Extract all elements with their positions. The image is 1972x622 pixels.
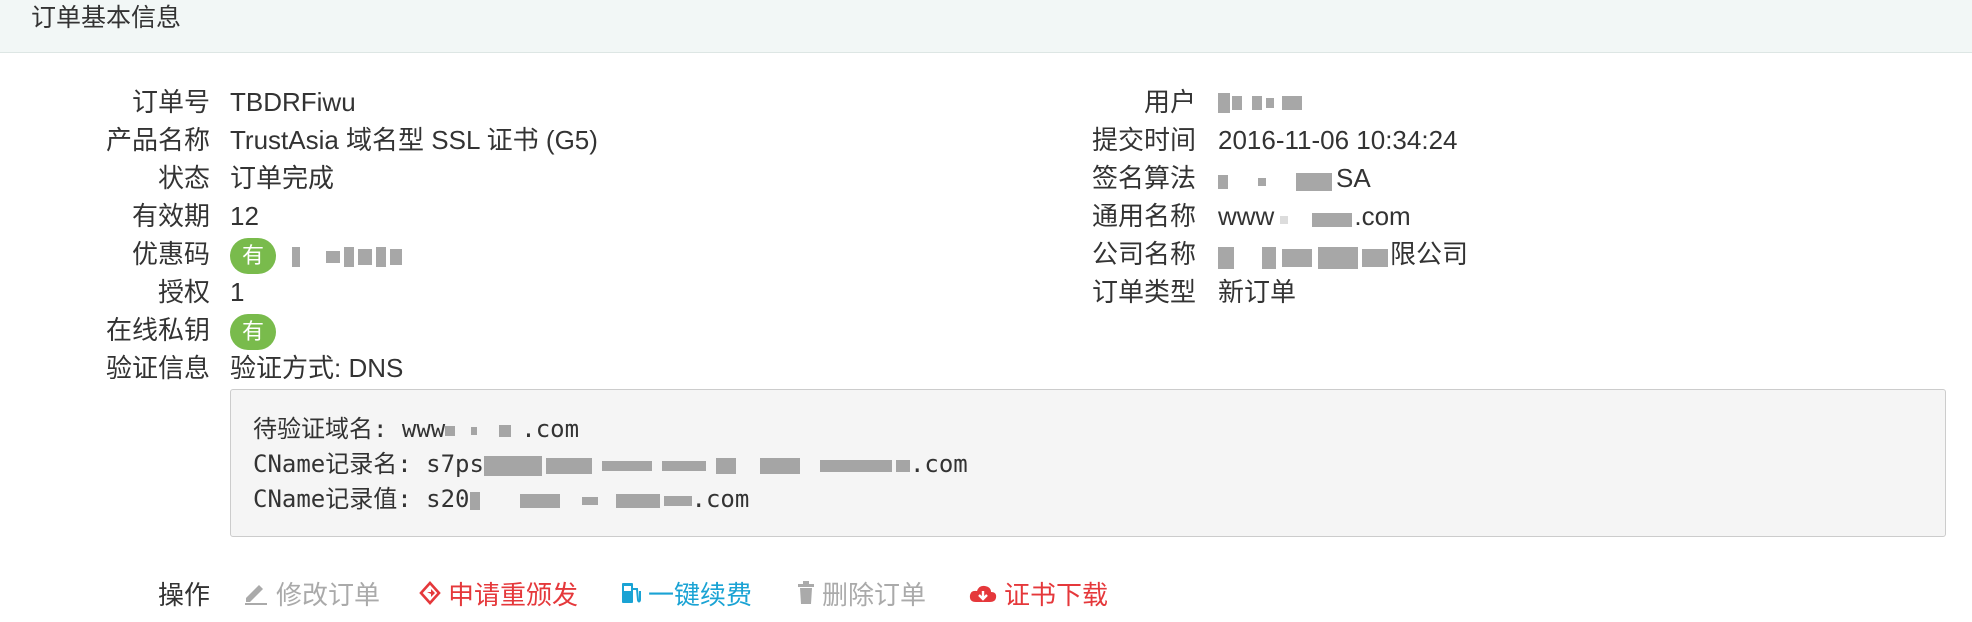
fuel-pump-icon (620, 578, 642, 616)
company-value: 限公司 (1218, 235, 1468, 275)
cname-value-line: CName记录值: s20 .com (253, 482, 749, 517)
delete-order-button[interactable]: 删除订单 (796, 576, 926, 616)
common-name-label: 通用名称 (1091, 201, 1196, 231)
company-suffix: 限公司 (1390, 239, 1469, 269)
coupon-label: 优惠码 (131, 239, 210, 269)
sign-algo-redacted (1218, 161, 1336, 199)
common-name-redacted (1274, 199, 1354, 237)
coupon-badge: 有 (230, 238, 277, 274)
order-no-value: TBDRFiwu (230, 87, 356, 117)
cname-value-prefix: s20 (426, 485, 470, 513)
cloud-download-icon (968, 578, 998, 616)
verify-value: 验证方式: DNS (230, 353, 404, 383)
renew-label: 一键续费 (648, 580, 753, 610)
submit-time-value: 2016-11-06 10:34:24 (1218, 125, 1458, 155)
cname-name-prefix: s7ps (426, 450, 484, 478)
order-type-value: 新订单 (1218, 277, 1297, 307)
renew-button[interactable]: 一键续费 (620, 576, 752, 616)
status-value: 订单完成 (230, 163, 335, 193)
pencil-icon (242, 578, 270, 616)
reissue-icon (418, 578, 442, 616)
trash-icon (796, 578, 816, 616)
company-redacted (1218, 237, 1390, 275)
license-label: 授权 (157, 277, 210, 307)
cname-value-redacted (469, 483, 692, 517)
cname-name-redacted (483, 448, 910, 482)
validity-label: 有效期 (131, 201, 210, 231)
verify-domain-prefix: www (401, 415, 446, 443)
sign-algo-value: SA (1218, 159, 1371, 199)
common-name-value: www .com (1218, 197, 1411, 237)
delete-order-label: 删除订单 (822, 580, 927, 610)
panel-heading: 订单基本信息 (0, 0, 1972, 53)
verify-domain-line: 待验证域名: www .com (253, 412, 579, 447)
product-label: 产品名称 (105, 125, 210, 155)
cname-value-suffix: .com (691, 485, 750, 513)
cname-name-suffix: .com (909, 450, 968, 478)
reissue-label: 申请重颁发 (448, 580, 579, 610)
cname-name-label: CName记录名: (253, 450, 427, 478)
verify-domain-redacted (445, 413, 521, 447)
product-value: TrustAsia 域名型 SSL 证书 (G5) (230, 125, 598, 155)
order-no-label: 订单号 (131, 87, 210, 117)
verification-code-box: 待验证域名: www .com CName记录名: s7ps .com CName记… (230, 389, 1946, 537)
order-info-panel: 订单基本信息 订单号 产品名称 状态 有效期 优惠码 授权 在线私钥 验证信息 … (0, 0, 1972, 622)
verify-domain-label: 待验证域名: (253, 415, 402, 443)
coupon-code-redacted (292, 247, 402, 267)
sign-algo-label: 签名算法 (1091, 163, 1196, 193)
sign-algo-suffix: SA (1336, 163, 1371, 193)
online-key-badge: 有 (230, 314, 277, 350)
edit-order-label: 修改订单 (276, 580, 381, 610)
license-value: 1 (230, 277, 245, 307)
user-redacted (1218, 93, 1302, 113)
order-type-label: 订单类型 (1091, 277, 1196, 307)
cname-value-label: CName记录值: (253, 485, 427, 513)
panel-title: 订单基本信息 (31, 4, 182, 32)
verify-label: 验证信息 (105, 353, 210, 383)
submit-time-label: 提交时间 (1091, 125, 1196, 155)
online-key-label: 在线私钥 (105, 315, 210, 345)
common-name-prefix: www (1218, 201, 1275, 231)
common-name-suffix: .com (1354, 201, 1411, 231)
user-label: 用户 (1143, 87, 1196, 117)
actions-label: 操作 (157, 580, 210, 610)
download-cert-label: 证书下载 (1004, 580, 1109, 610)
verify-domain-suffix: .com (521, 415, 580, 443)
status-label: 状态 (157, 163, 210, 193)
edit-order-button[interactable]: 修改订单 (242, 576, 380, 616)
validity-value: 12 (230, 201, 259, 231)
company-label: 公司名称 (1091, 239, 1196, 269)
cname-name-line: CName记录名: s7ps .com (253, 447, 968, 482)
reissue-button[interactable]: 申请重颁发 (418, 576, 578, 616)
download-cert-button[interactable]: 证书下载 (968, 576, 1108, 616)
